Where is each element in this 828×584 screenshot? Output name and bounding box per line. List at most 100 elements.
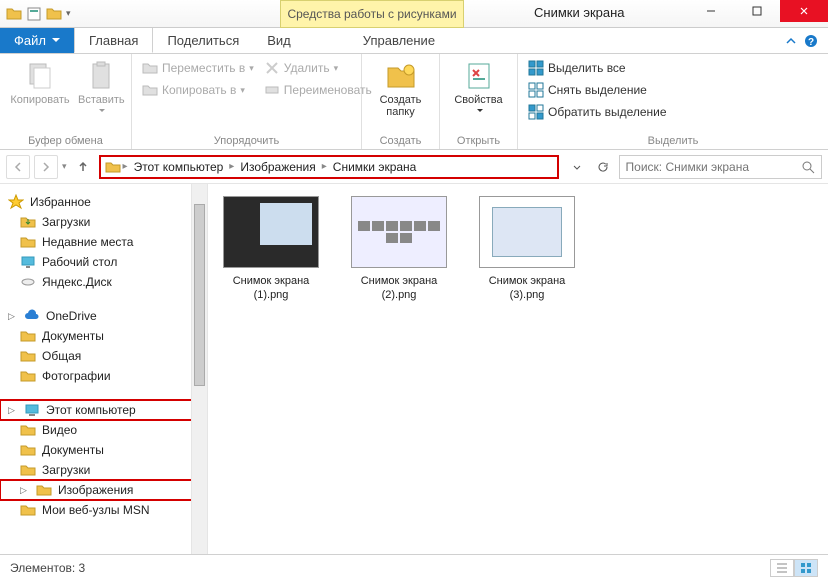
copy-label: Копировать	[10, 94, 69, 106]
web-icon	[20, 502, 36, 518]
nav-this-pc[interactable]: ▷Этот компьютер	[0, 400, 207, 420]
nav-onedrive-documents[interactable]: Документы	[0, 326, 207, 346]
minimize-button[interactable]	[688, 0, 734, 22]
thumbnail	[223, 196, 319, 268]
select-none-button[interactable]: Снять выделение	[528, 80, 667, 100]
chevron-right-icon[interactable]: ▸	[123, 161, 128, 172]
star-icon	[8, 194, 24, 210]
invert-selection-button[interactable]: Обратить выделение	[528, 102, 667, 122]
delete-button: Удалить▾	[264, 58, 372, 78]
copy-to-button: Копировать в▾	[142, 80, 254, 100]
new-folder-icon[interactable]	[46, 6, 62, 22]
refresh-button[interactable]	[591, 155, 615, 179]
explorer-body: Избранное Загрузки Недавние места Рабочи…	[0, 184, 828, 554]
nav-favorites[interactable]: Избранное	[0, 192, 207, 212]
folder-icon	[20, 368, 36, 384]
folder-icon	[6, 6, 22, 22]
new-folder-label: Создать папку	[376, 94, 425, 118]
download-icon	[20, 214, 36, 230]
thumbnails-view-button[interactable]	[794, 559, 818, 577]
tab-view[interactable]: Вид	[253, 27, 305, 53]
disk-icon	[20, 274, 36, 290]
new-folder-button[interactable]: Создать папку	[372, 58, 429, 120]
ribbon-group-new: Создать папку Создать	[362, 54, 440, 149]
nav-onedrive-shared[interactable]: Общая	[0, 346, 207, 366]
chevron-right-icon[interactable]: ▸	[229, 161, 234, 172]
crumb-screenshots[interactable]: Снимки экрана	[329, 160, 421, 174]
address-bar: ▾ ▸ Этот компьютер ▸ Изображения ▸ Снимк…	[0, 150, 828, 184]
close-button[interactable]	[780, 0, 828, 22]
organize-group-label: Упорядочить	[142, 133, 351, 147]
nav-desktop[interactable]: Рабочий стол	[0, 252, 207, 272]
nav-scrollbar[interactable]	[191, 184, 207, 554]
file-name: Снимок экрана (2).png	[344, 274, 454, 303]
desktop-icon	[20, 254, 36, 270]
select-all-button[interactable]: Выделить все	[528, 58, 667, 78]
video-icon	[20, 422, 36, 438]
select-group-label: Выделить	[528, 133, 818, 147]
file-item[interactable]: Снимок экрана (2).png	[344, 196, 454, 303]
chevron-right-icon[interactable]: ▸	[322, 161, 327, 172]
history-dropdown-icon[interactable]: ▾	[62, 161, 67, 172]
nav-onedrive[interactable]: ▷OneDrive	[0, 306, 207, 326]
move-to-button: Переместить в▾	[142, 58, 254, 78]
details-view-button[interactable]	[770, 559, 794, 577]
thumbnail	[479, 196, 575, 268]
download-icon	[20, 462, 36, 478]
recent-icon	[20, 234, 36, 250]
file-list[interactable]: Снимок экрана (1).png Снимок экрана (2).…	[208, 184, 828, 554]
tab-home[interactable]: Главная	[74, 27, 153, 53]
ribbon: Копировать Вставить Буфер обмена Перемес…	[0, 54, 828, 150]
context-tab-header: Средства работы с рисунками	[280, 0, 464, 28]
nav-pictures[interactable]: ▷Изображения	[0, 480, 207, 500]
help-icon[interactable]: ?	[804, 34, 818, 53]
nav-msn[interactable]: Мои веб-узлы MSN	[0, 500, 207, 520]
computer-icon	[24, 402, 40, 418]
clipboard-group-label: Буфер обмена	[10, 133, 121, 147]
chevron-right-icon[interactable]: ▷	[20, 485, 30, 496]
crumb-pictures[interactable]: Изображения	[236, 160, 319, 174]
tab-share[interactable]: Поделиться	[153, 27, 253, 53]
nav-videos[interactable]: Видео	[0, 420, 207, 440]
nav-yandex-disk[interactable]: Яндекс.Диск	[0, 272, 207, 292]
document-icon	[20, 442, 36, 458]
up-button[interactable]	[71, 155, 95, 179]
nav-documents[interactable]: Документы	[0, 440, 207, 460]
folder-icon	[20, 328, 36, 344]
properties-icon[interactable]	[26, 6, 42, 22]
folder-icon	[20, 348, 36, 364]
search-input[interactable]	[626, 160, 795, 174]
properties-button[interactable]: Свойства	[450, 58, 507, 120]
chevron-down-icon[interactable]: ▷	[8, 405, 18, 416]
copy-button: Копировать	[10, 58, 70, 108]
cloud-icon	[24, 308, 40, 324]
rename-button: Переименовать	[264, 80, 372, 100]
tab-file[interactable]: Файл	[0, 27, 74, 53]
back-button[interactable]	[6, 155, 30, 179]
thumbnail	[351, 196, 447, 268]
nav-onedrive-photos[interactable]: Фотографии	[0, 366, 207, 386]
address-dropdown-button[interactable]	[565, 155, 589, 179]
ribbon-group-select: Выделить все Снять выделение Обратить вы…	[518, 54, 828, 149]
nav-recent[interactable]: Недавние места	[0, 232, 207, 252]
file-item[interactable]: Снимок экрана (3).png	[472, 196, 582, 303]
nav-downloads2[interactable]: Загрузки	[0, 460, 207, 480]
window-title: Снимки экрана	[534, 5, 625, 20]
new-group-label: Создать	[372, 133, 429, 147]
search-icon	[801, 160, 815, 174]
chevron-right-icon[interactable]: ▷	[8, 311, 18, 322]
file-item[interactable]: Снимок экрана (1).png	[216, 196, 326, 303]
navigation-pane: Избранное Загрузки Недавние места Рабочи…	[0, 184, 208, 554]
ribbon-collapse-icon[interactable]	[784, 34, 798, 53]
crumb-this-pc[interactable]: Этот компьютер	[130, 160, 228, 174]
breadcrumb[interactable]: ▸ Этот компьютер ▸ Изображения ▸ Снимки …	[99, 155, 559, 179]
status-bar: Элементов: 3	[0, 554, 828, 580]
nav-downloads[interactable]: Загрузки	[0, 212, 207, 232]
search-box[interactable]	[619, 155, 822, 179]
forward-button[interactable]	[34, 155, 58, 179]
qat-dropdown-icon[interactable]: ▾	[66, 8, 71, 19]
maximize-button[interactable]	[734, 0, 780, 22]
item-count-label: Элементов:	[10, 561, 75, 575]
svg-text:?: ?	[808, 37, 814, 48]
tab-manage[interactable]: Управление	[349, 27, 449, 53]
